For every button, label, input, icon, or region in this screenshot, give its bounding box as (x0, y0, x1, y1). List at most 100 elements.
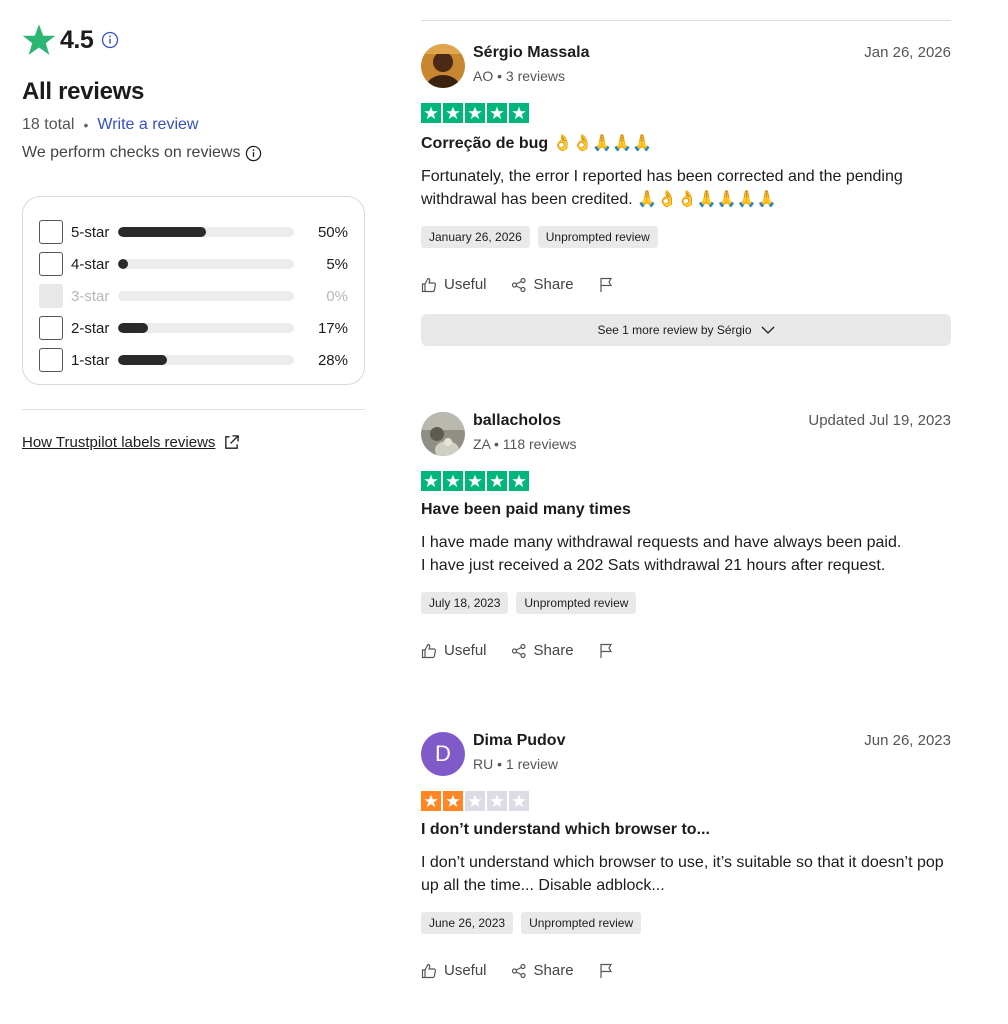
review-card: D Dima Pudov RU • 1 review Jun 26, 2023 … (421, 732, 951, 979)
share-button[interactable]: Share (511, 962, 574, 979)
rating-star-icon (421, 103, 441, 123)
info-icon[interactable] (101, 31, 119, 49)
avatar[interactable]: D (421, 732, 465, 776)
top-divider (421, 20, 951, 21)
star-filter-checkbox[interactable] (39, 220, 63, 244)
star-filter-bar-fill (118, 227, 206, 237)
star-filter-checkbox[interactable] (39, 348, 63, 372)
rating-star-icon (487, 103, 507, 123)
report-button[interactable] (598, 963, 621, 979)
write-review-link[interactable]: Write a review (97, 116, 198, 134)
rating-star-icon (443, 103, 463, 123)
share-label: Share (533, 642, 574, 659)
labels-reviews-link[interactable]: How Trustpilot labels reviews (22, 434, 365, 451)
share-button[interactable]: Share (511, 642, 574, 659)
review-stars (421, 791, 951, 811)
avatar[interactable] (421, 44, 465, 88)
unprompted-review-tag[interactable]: Unprompted review (537, 226, 658, 248)
review-body: Fortunately, the error I reported has be… (421, 168, 903, 208)
reviews-summary: 4.5 All reviews 18 total • Write a revie… (22, 22, 365, 451)
review-date: Updated Jul 19, 2023 (808, 412, 951, 429)
star-filter-percent: 5% (326, 255, 348, 273)
reviewer-info: Sérgio Massala AO • 3 reviews (473, 44, 864, 90)
review-body: I don’t understand which browser to use,… (421, 854, 944, 894)
share-button[interactable]: Share (511, 276, 574, 293)
star-filter-row[interactable]: 5-star 50% (39, 216, 348, 248)
star-filter-bar (118, 323, 294, 333)
see-more-label: See 1 more review by Sérgio (597, 323, 752, 337)
star-filter-bar-fill (118, 259, 128, 269)
unprompted-review-tag[interactable]: Unprompted review (516, 592, 637, 614)
rating-star-icon (465, 103, 485, 123)
flag-icon (599, 277, 612, 292)
useful-button[interactable]: Useful (421, 962, 487, 979)
experience-date-tag: January 26, 2026 (421, 226, 530, 248)
rating-row: 4.5 (22, 22, 365, 58)
star-filter-row[interactable]: 2-star 17% (39, 312, 348, 344)
star-filter-label: 2-star (71, 319, 110, 337)
useful-button[interactable]: Useful (421, 276, 487, 293)
star-icon (22, 24, 56, 55)
review-stars (421, 471, 951, 491)
external-link-icon (225, 435, 240, 449)
review-header: ballacholos ZA • 118 reviews Updated Jul… (421, 412, 951, 458)
star-filter-label: 5-star (71, 223, 110, 241)
star-filter-percent: 0% (326, 287, 348, 305)
share-icon (511, 963, 526, 978)
rating-star-icon (443, 471, 463, 491)
star-filter-bar (118, 291, 294, 301)
report-button[interactable] (598, 277, 621, 293)
review-card: Sérgio Massala AO • 3 reviews Jan 26, 20… (421, 44, 951, 346)
share-icon (511, 277, 526, 292)
useful-button[interactable]: Useful (421, 642, 487, 659)
useful-label: Useful (444, 962, 487, 979)
checks-text: We perform checks on reviews (22, 144, 241, 161)
unprompted-review-tag[interactable]: Unprompted review (521, 912, 642, 934)
review-header: D Dima Pudov RU • 1 review Jun 26, 2023 (421, 732, 951, 778)
avatar[interactable] (421, 412, 465, 456)
total-count: 18 total (22, 116, 75, 133)
review-stars (421, 103, 951, 123)
star-filter-label: 4-star (71, 255, 110, 273)
star-filter-row[interactable]: 4-star 5% (39, 248, 348, 280)
star-filter-checkbox[interactable] (39, 316, 63, 340)
overall-rating: 4.5 (60, 25, 94, 54)
star-filter-row[interactable]: 1-star 28% (39, 344, 348, 376)
rating-star-icon (487, 471, 507, 491)
thumbs-up-icon (421, 963, 437, 978)
rating-star-icon (443, 791, 463, 811)
review-title[interactable]: Have been paid many times (421, 501, 951, 519)
review-tags: June 26, 2023 Unprompted review (421, 912, 951, 934)
rating-star-icon (487, 791, 507, 811)
report-button[interactable] (598, 643, 621, 659)
reviewer-name[interactable]: ballacholos (473, 412, 808, 430)
review-actions: Useful Share (421, 642, 951, 659)
experience-date-tag: July 18, 2023 (421, 592, 509, 614)
star-filter-row: 3-star 0% (39, 280, 348, 312)
review-body-line: I have just received a 202 Sats withdraw… (421, 557, 886, 574)
star-filter-checkbox (39, 284, 63, 308)
thumbs-up-icon (421, 643, 437, 658)
rating-star-icon (509, 471, 529, 491)
star-filter-bar-fill (118, 355, 168, 365)
star-filter-checkbox[interactable] (39, 252, 63, 276)
separator-dot: • (83, 117, 89, 133)
info-icon[interactable] (245, 145, 262, 162)
chevron-down-icon (761, 326, 774, 334)
share-icon (511, 643, 526, 658)
reviewer-name[interactable]: Sérgio Massala (473, 44, 864, 62)
reviewer-name[interactable]: Dima Pudov (473, 732, 864, 750)
reviewer-meta: ZA • 118 reviews (473, 436, 577, 452)
flag-icon (599, 963, 612, 978)
star-filter-label: 1-star (71, 351, 110, 369)
review-actions: Useful Share (421, 276, 951, 293)
reviewer-info: Dima Pudov RU • 1 review (473, 732, 864, 778)
labels-link-text: How Trustpilot labels reviews (22, 434, 216, 451)
review-title[interactable]: Correção de bug 👌👌🙏🙏🙏 (421, 133, 951, 153)
review-title[interactable]: I don’t understand which browser to... (421, 821, 951, 839)
reviewer-info: ballacholos ZA • 118 reviews (473, 412, 808, 458)
flag-icon (599, 643, 612, 658)
star-filter-percent: 17% (317, 319, 348, 337)
see-more-reviews-button[interactable]: See 1 more review by Sérgio (421, 314, 951, 346)
rating-star-icon (509, 791, 529, 811)
